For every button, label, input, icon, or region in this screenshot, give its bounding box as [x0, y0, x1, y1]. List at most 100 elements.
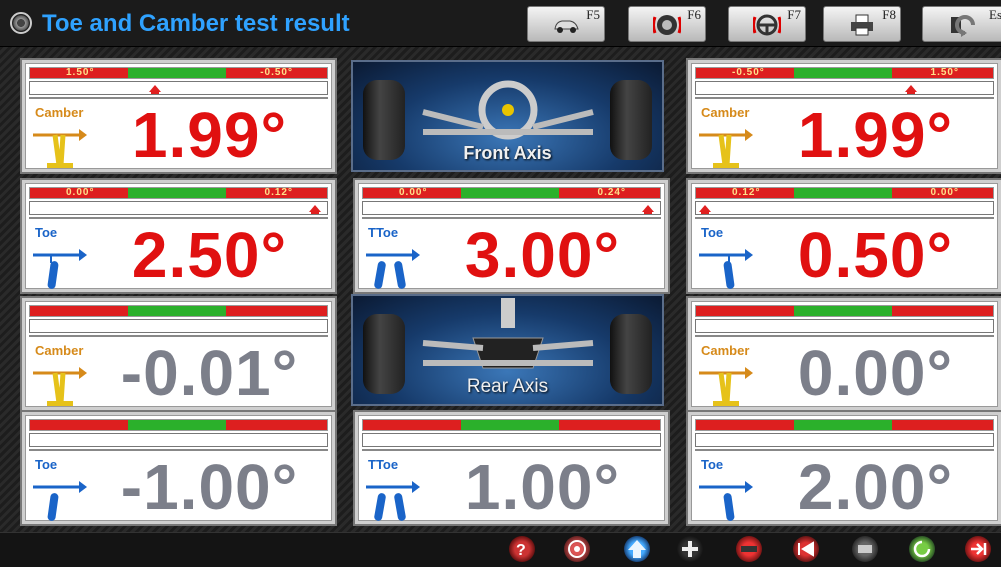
fkey-label: Es	[989, 7, 1001, 22]
print-button[interactable]: F8	[823, 6, 901, 42]
up-arrow-icon	[628, 540, 646, 558]
page-title: Toe and Camber test result	[42, 10, 350, 37]
measure-label: Toe	[35, 225, 58, 240]
target-button[interactable]	[564, 536, 590, 562]
plus-icon	[682, 541, 698, 557]
printer-icon	[851, 14, 873, 36]
toe-value: 0.50°	[797, 219, 954, 291]
deviation-pointer-icon	[905, 85, 917, 94]
exit-button[interactable]: Es	[922, 6, 1001, 42]
wheel-button[interactable]: F6	[628, 6, 706, 42]
first-button[interactable]	[793, 536, 819, 562]
rear-axis-image: Rear Axis	[351, 294, 664, 406]
camber-icon	[699, 129, 753, 168]
rear-suspension-icon	[422, 298, 594, 369]
fkey-label: F5	[586, 7, 600, 22]
wheel-icon	[653, 15, 681, 35]
refresh-button[interactable]	[909, 536, 935, 562]
up-button[interactable]	[624, 536, 650, 562]
tolerance-max: 0.12°	[264, 187, 293, 198]
camber-icon	[33, 367, 87, 406]
add-button[interactable]	[677, 536, 703, 562]
camber-value: 1.99°	[131, 99, 288, 171]
help-button[interactable]: ?	[509, 536, 535, 562]
rear-axis-label: Rear Axis	[466, 376, 549, 397]
car-lift-button[interactable]	[852, 536, 878, 562]
target-icon	[568, 540, 586, 558]
camber-icon	[699, 367, 753, 406]
tolerance-bar	[695, 419, 994, 431]
total-toe-icon	[366, 249, 420, 289]
first-page-icon	[798, 541, 814, 557]
camber-icon	[33, 129, 87, 168]
rear-right-camber-panel: Camber 0.00°	[688, 298, 1001, 410]
tolerance-min: 1.50°	[66, 67, 95, 78]
title-bar: Toe and Camber test result F5 F6 F7 F8 E…	[0, 0, 1001, 47]
tolerance-min: -0.50°	[732, 67, 765, 78]
total-toe-value: 3.00°	[464, 219, 621, 291]
steering-button[interactable]: F7	[728, 6, 806, 42]
measure-label: Camber	[35, 105, 84, 120]
svg-text:?: ?	[516, 542, 526, 559]
measure-label: TToe	[368, 457, 399, 472]
tolerance-bar: 0.12° 0.00°	[695, 187, 994, 199]
tolerance-bar: 0.00° 0.12°	[29, 187, 328, 199]
deviation-track	[695, 81, 994, 95]
deviation-pointer-icon	[309, 205, 321, 214]
tolerance-min: 0.00°	[66, 187, 95, 198]
tolerance-bar: 1.50° -0.50°	[29, 67, 328, 79]
camber-value: -0.01°	[120, 337, 299, 409]
app-logo-icon	[10, 12, 32, 34]
camber-value: 1.99°	[797, 99, 954, 171]
deviation-track	[695, 201, 994, 215]
car-button[interactable]: F5	[527, 6, 605, 42]
car-lift-icon	[858, 545, 872, 553]
front-axis-label: Front Axis	[463, 143, 552, 163]
front-axis-image: Front Axis	[351, 60, 664, 172]
rear-total-toe-panel: TToe 1.00°	[355, 412, 668, 524]
deviation-track	[695, 319, 994, 333]
front-right-toe-panel: 0.12° 0.00° Toe 0.50°	[688, 180, 1001, 292]
front-right-camber-panel: -0.50° 1.50° Camber 1.99°	[688, 60, 1001, 172]
front-suspension-icon	[422, 80, 594, 140]
next-icon	[971, 543, 987, 555]
tolerance-bar: -0.50° 1.50°	[695, 67, 994, 79]
tolerance-bar	[695, 305, 994, 317]
measure-label: Camber	[701, 343, 750, 358]
tolerance-min: 0.12°	[732, 187, 761, 198]
deviation-pointer-icon	[699, 205, 711, 214]
tolerance-bar: 0.00° 0.24°	[362, 187, 661, 199]
fkey-label: F8	[882, 7, 896, 22]
tolerance-bar	[29, 419, 328, 431]
tolerance-max: 0.24°	[597, 187, 626, 198]
toe-icon	[33, 249, 87, 289]
steering-lock-button[interactable]	[736, 536, 762, 562]
deviation-pointer-icon	[149, 85, 161, 94]
toe-value: -1.00°	[120, 451, 299, 523]
deviation-track	[362, 201, 661, 215]
car-icon	[554, 20, 579, 33]
deviation-track	[695, 433, 994, 447]
deviation-track	[29, 319, 328, 333]
rear-left-toe-panel: Toe -1.00°	[22, 412, 335, 524]
total-toe-value: 1.00°	[464, 451, 621, 523]
bottom-toolbar	[0, 532, 1001, 567]
tolerance-min: 0.00°	[399, 187, 428, 198]
total-toe-icon	[366, 481, 420, 521]
tolerance-max: 0.00°	[930, 187, 959, 198]
steering-lock-icon	[741, 546, 757, 552]
deviation-track	[362, 433, 661, 447]
measure-label: Toe	[35, 457, 58, 472]
deviation-track	[29, 81, 328, 95]
toe-icon	[699, 481, 753, 521]
next-button[interactable]	[965, 536, 991, 562]
refresh-icon	[913, 540, 931, 558]
measure-label: Toe	[701, 225, 724, 240]
toe-icon	[699, 249, 753, 289]
back-icon	[951, 15, 975, 37]
camber-value: 0.00°	[797, 337, 954, 409]
tolerance-max: -0.50°	[260, 67, 293, 78]
tolerance-bar	[362, 419, 661, 431]
deviation-pointer-icon	[642, 205, 654, 214]
toe-value: 2.50°	[131, 219, 288, 291]
